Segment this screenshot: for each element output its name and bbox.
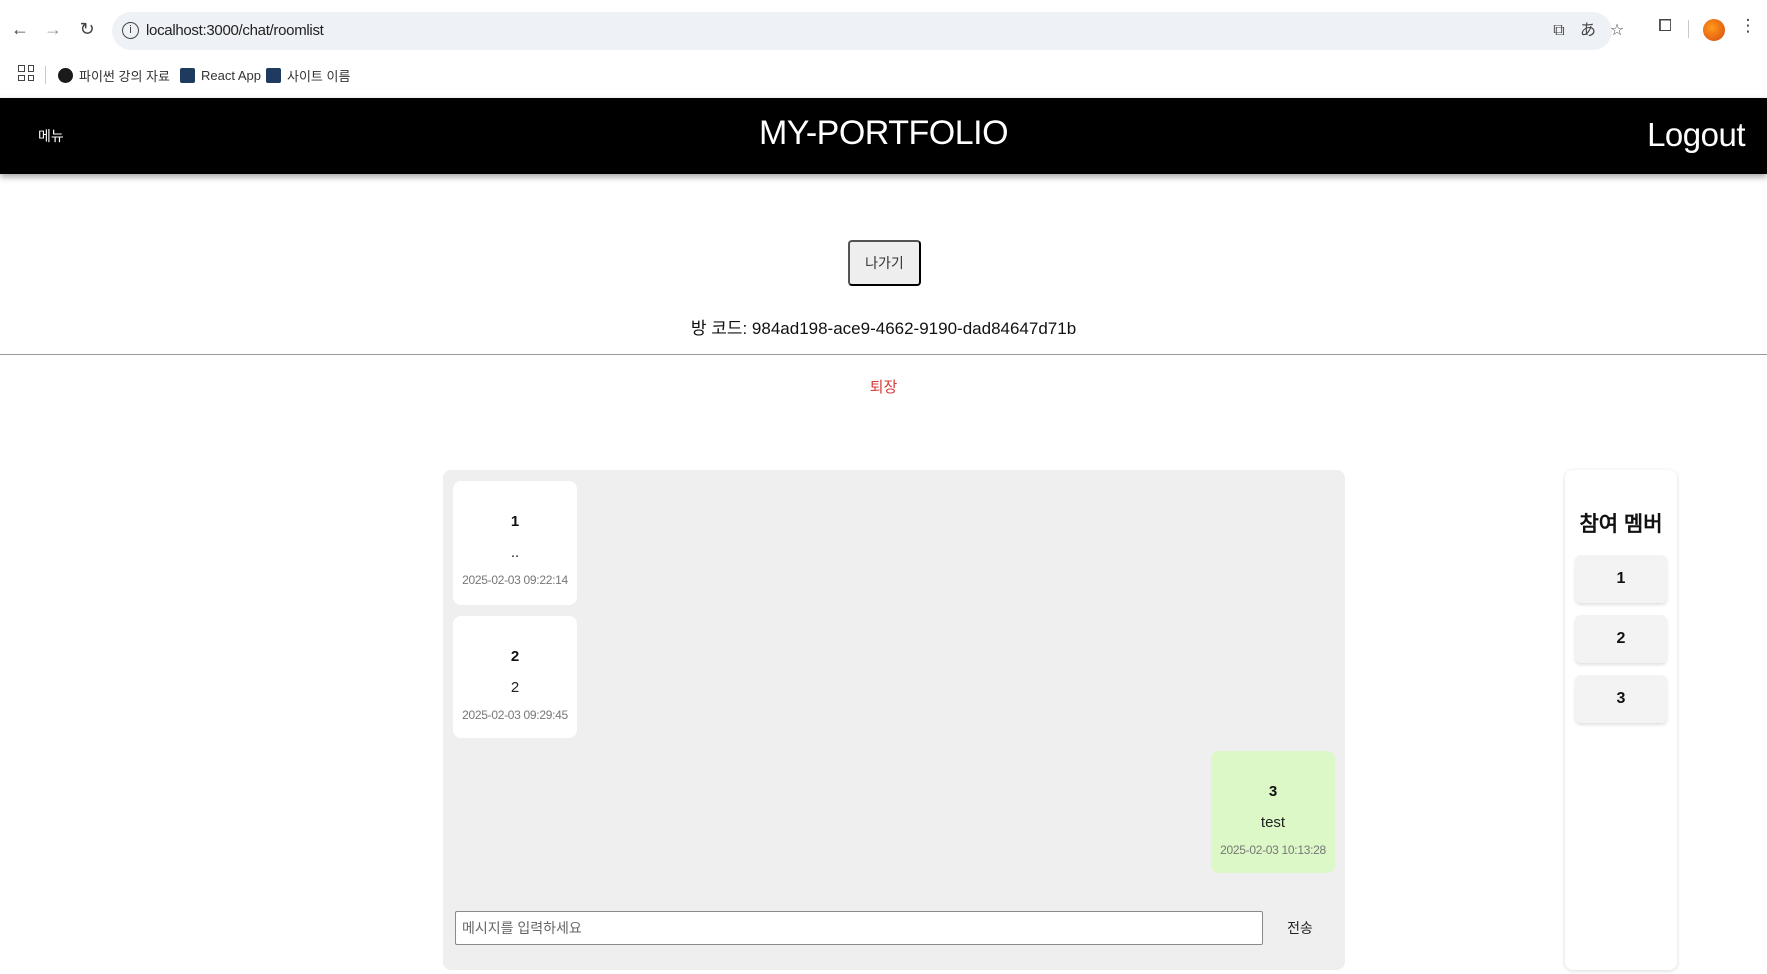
translate-icon[interactable]: あ: [1578, 21, 1598, 41]
site-brand-title[interactable]: MY-PORTFOLIO: [0, 114, 1767, 153]
bookmark-item[interactable]: 사이트 이름: [266, 64, 350, 86]
chat-message: 2 2 2025-02-03 09:29:45: [453, 616, 577, 738]
message-sender: 1: [510, 513, 520, 530]
site-info-icon[interactable]: i: [122, 22, 139, 39]
bookmark-item[interactable]: 파이썬 강의 자료: [58, 64, 170, 86]
browser-chrome: ← → ↻ i localhost:3000/chat/roomlist ⧉ あ…: [0, 0, 1767, 98]
room-code-text: 방 코드: 984ad198-ace9-4662-9190-dad84647d7…: [690, 319, 1077, 338]
bookmark-item[interactable]: React App: [180, 64, 261, 86]
members-title: 참여 멤버: [1579, 513, 1663, 536]
chat-panel: 1 .. 2025-02-03 09:22:14 2 2 2025-02-03 …: [443, 470, 1345, 970]
bookmark-label: React App: [201, 67, 261, 83]
react-icon: [266, 67, 281, 83]
message-timestamp: 2025-02-03 09:29:45: [462, 708, 568, 722]
send-button[interactable]: 전송: [1270, 907, 1330, 949]
bookmark-label: 파이썬 강의 자료: [79, 68, 170, 84]
reload-icon[interactable]: ↻: [72, 14, 102, 44]
message-sender: 2: [510, 648, 520, 665]
message-content: ..: [510, 544, 520, 561]
member-item[interactable]: 3: [1575, 675, 1667, 723]
bookmark-label: 사이트 이름: [287, 68, 351, 84]
section-divider: [0, 354, 1767, 355]
members-panel: 참여 멤버 1 2 3: [1565, 470, 1677, 970]
member-item[interactable]: 2: [1575, 615, 1667, 663]
message-timestamp: 2025-02-03 10:13:28: [1220, 843, 1326, 857]
url-text[interactable]: localhost:3000/chat/roomlist: [146, 22, 324, 39]
more-menu-icon[interactable]: ⋮: [1736, 14, 1760, 38]
react-icon: [180, 67, 195, 83]
bookmark-star-icon[interactable]: ☆: [1607, 21, 1627, 41]
leave-room-link[interactable]: 퇴장: [0, 376, 1767, 397]
message-timestamp: 2025-02-03 09:22:14: [462, 573, 568, 587]
chat-message-mine: 3 test 2025-02-03 10:13:28: [1211, 751, 1335, 873]
github-icon: [58, 67, 73, 83]
app-header: 메뉴 MY-PORTFOLIO Logout: [0, 98, 1767, 174]
back-arrow-icon[interactable]: ←: [5, 14, 35, 44]
message-sender: 3: [1268, 783, 1278, 800]
message-content: test: [1260, 814, 1286, 831]
forward-arrow-icon[interactable]: →: [38, 14, 68, 44]
extensions-icon[interactable]: ⧠: [1653, 14, 1677, 38]
address-bar[interactable]: i localhost:3000/chat/roomlist ⧉ あ ☆: [112, 12, 1624, 50]
logout-button[interactable]: Logout: [1647, 116, 1745, 154]
member-item[interactable]: 1: [1575, 555, 1667, 603]
exit-room-button[interactable]: 나가기: [848, 240, 921, 286]
message-input[interactable]: [455, 911, 1263, 945]
browser-toolbar: ← → ↻ i localhost:3000/chat/roomlist ⧉ あ…: [0, 6, 1767, 54]
install-app-icon[interactable]: ⧉: [1549, 21, 1569, 41]
bookmarks-bar: 파이썬 강의 자료 React App 사이트 이름: [0, 60, 1767, 90]
message-content: 2: [510, 679, 520, 696]
profile-avatar-icon[interactable]: [1703, 19, 1725, 41]
toolbar-divider: [1688, 20, 1689, 38]
chat-message: 1 .. 2025-02-03 09:22:14: [453, 481, 577, 605]
